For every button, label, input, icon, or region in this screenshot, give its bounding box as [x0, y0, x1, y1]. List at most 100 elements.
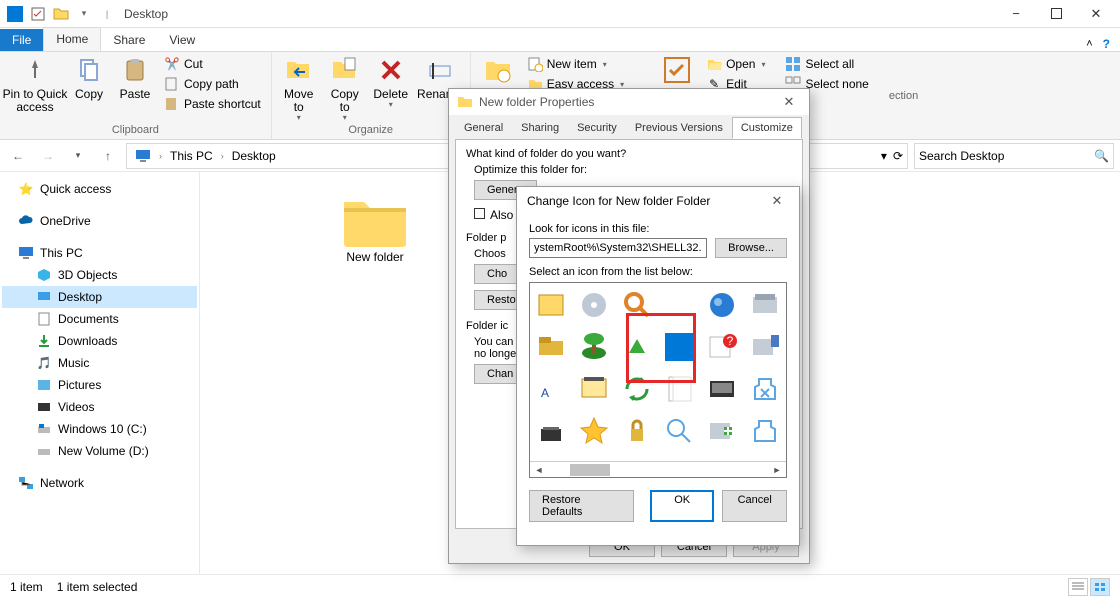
tab-file[interactable]: File	[0, 29, 43, 51]
sidebar-videos[interactable]: Videos	[2, 396, 197, 418]
icon-option[interactable]	[577, 413, 612, 449]
cut-button[interactable]: ✂️Cut	[160, 54, 265, 74]
new-item-button[interactable]: New item▾	[523, 54, 628, 74]
sidebar-music[interactable]: 🎵Music	[2, 352, 197, 374]
recent-dropdown-icon[interactable]: ▾	[66, 144, 90, 168]
paste-button[interactable]: Paste	[114, 54, 156, 101]
tab-sharing[interactable]: Sharing	[512, 117, 568, 139]
icon-option[interactable]	[747, 287, 782, 323]
search-placeholder: Search Desktop	[919, 149, 1094, 163]
up-button[interactable]: ↑	[96, 144, 120, 168]
restore-defaults-button[interactable]: Restore Defaults	[529, 490, 634, 522]
large-icons-view-icon[interactable]	[1090, 578, 1110, 596]
copy-path-button[interactable]: Copy path	[160, 74, 265, 94]
icon-scrollbar[interactable]: ◄ ►	[530, 461, 786, 477]
tab-previous[interactable]: Previous Versions	[626, 117, 732, 139]
svg-text:?: ?	[727, 334, 734, 348]
forward-button[interactable]: →	[36, 144, 60, 168]
sidebar-network[interactable]: Network	[2, 472, 197, 494]
close-icon[interactable]: ✕	[777, 94, 801, 110]
icon-option[interactable]	[747, 371, 782, 407]
moveto-button[interactable]: Move to▾	[278, 54, 320, 123]
tab-view[interactable]: View	[157, 29, 207, 51]
icon-option[interactable]	[705, 287, 740, 323]
sidebar-ddrive[interactable]: New Volume (D:)	[2, 440, 197, 462]
refresh-icon[interactable]: ⟳	[893, 149, 903, 163]
sidebar-3d[interactable]: 3D Objects	[2, 264, 197, 286]
chevron-right-icon[interactable]: ›	[155, 151, 166, 161]
new-folder-button[interactable]	[477, 54, 519, 88]
ribbon-tabs: File Home Share View ˄ ?	[0, 28, 1120, 52]
qat-properties-icon[interactable]	[27, 3, 49, 25]
folder-item[interactable]: New folder	[330, 192, 420, 264]
pc-icon	[18, 245, 34, 261]
sidebar-documents[interactable]: Documents	[2, 308, 197, 330]
icon-option[interactable]	[747, 329, 782, 365]
icon-option[interactable]	[705, 371, 740, 407]
icon-option[interactable]	[747, 413, 782, 449]
sidebar-thispc[interactable]: This PC	[2, 242, 197, 264]
details-view-icon[interactable]	[1068, 578, 1088, 596]
icon-option[interactable]	[534, 329, 569, 365]
browse-button[interactable]: Browse...	[715, 238, 787, 258]
sidebar-desktop[interactable]: Desktop	[2, 286, 197, 308]
scroll-left-icon[interactable]: ◄	[532, 465, 546, 475]
svg-text:A: A	[541, 386, 549, 400]
qat-dropdown-icon[interactable]: ▾	[73, 3, 95, 25]
window-minimize[interactable]: −	[996, 0, 1036, 28]
paste-shortcut-button[interactable]: Paste shortcut	[160, 94, 265, 114]
icon-option[interactable]	[534, 287, 569, 323]
icon-option[interactable]	[662, 413, 697, 449]
open-button[interactable]: Open▾	[702, 54, 769, 74]
scroll-thumb[interactable]	[570, 464, 610, 476]
icon-option[interactable]: ?	[705, 329, 740, 365]
tab-general[interactable]: General	[455, 117, 512, 139]
pin-quick-access-button[interactable]: Pin to Quick access	[6, 54, 64, 114]
ribbon-collapse-icon[interactable]: ˄	[1086, 38, 1092, 50]
icon-path-input[interactable]	[529, 238, 707, 258]
also-checkbox[interactable]	[474, 208, 485, 219]
pin-icon	[19, 54, 51, 86]
icon-option[interactable]: A	[534, 371, 569, 407]
window-maximize[interactable]	[1036, 0, 1076, 28]
tab-home[interactable]: Home	[43, 27, 101, 51]
sidebar-quick-access[interactable]: ⭐Quick access	[2, 178, 197, 200]
icon-option[interactable]	[577, 329, 612, 365]
icondlg-ok-button[interactable]: OK	[650, 490, 715, 522]
search-input[interactable]: Search Desktop 🔍	[914, 143, 1114, 169]
choose-file-button[interactable]: Cho	[474, 264, 520, 284]
delete-icon	[375, 54, 407, 86]
window-close[interactable]: ✕	[1076, 0, 1116, 28]
delete-button[interactable]: Delete▾	[370, 54, 412, 110]
select-all-button[interactable]: Select all	[781, 54, 872, 74]
copyto-button[interactable]: Copy to▾	[324, 54, 366, 123]
icon-grid[interactable]: ? A	[529, 282, 787, 478]
copy-button[interactable]: Copy	[68, 54, 110, 101]
bc-desktop[interactable]: Desktop	[228, 149, 280, 163]
tab-security[interactable]: Security	[568, 117, 626, 139]
bc-dropdown-icon[interactable]: ▾	[881, 149, 887, 163]
music-icon: 🎵	[36, 355, 52, 371]
sidebar-pictures[interactable]: Pictures	[2, 374, 197, 396]
properties-cmd-button[interactable]	[656, 54, 698, 88]
icon-option[interactable]	[577, 371, 612, 407]
icon-option[interactable]	[534, 413, 569, 449]
cube-icon	[36, 267, 52, 283]
icon-option[interactable]	[619, 413, 654, 449]
scroll-right-icon[interactable]: ►	[770, 465, 784, 475]
close-icon[interactable]: ✕	[765, 193, 789, 209]
icondlg-cancel-button[interactable]: Cancel	[722, 490, 787, 522]
chevron-right-icon[interactable]: ›	[217, 151, 228, 161]
icon-option[interactable]	[705, 413, 740, 449]
bc-thispc[interactable]: This PC	[166, 149, 217, 163]
quick-access-toolbar: ▾ |	[4, 3, 118, 25]
sidebar-onedrive[interactable]: OneDrive	[2, 210, 197, 232]
bc-pc-icon[interactable]	[131, 148, 155, 164]
icon-option[interactable]	[577, 287, 612, 323]
sidebar-downloads[interactable]: Downloads	[2, 330, 197, 352]
back-button[interactable]: ←	[6, 144, 30, 168]
help-icon[interactable]: ?	[1103, 37, 1110, 51]
tab-share[interactable]: Share	[101, 29, 157, 51]
tab-customize[interactable]: Customize	[732, 117, 802, 139]
sidebar-cdrive[interactable]: Windows 10 (C:)	[2, 418, 197, 440]
